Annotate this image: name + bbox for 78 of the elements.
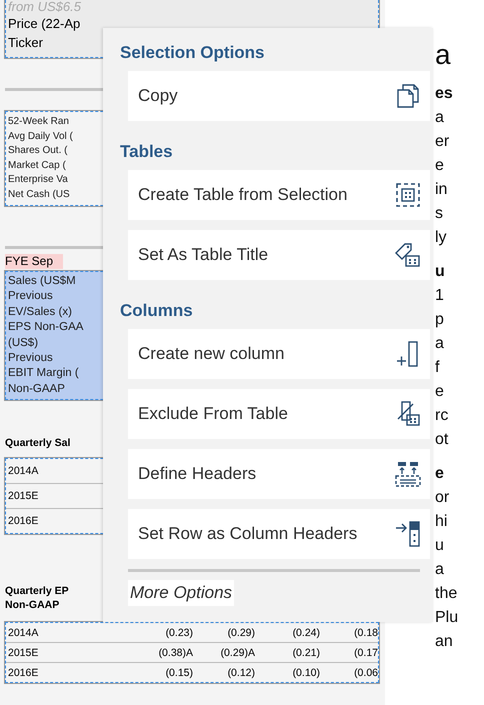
text-fragment: u xyxy=(435,536,444,556)
menu-item[interactable]: Create new column xyxy=(128,329,430,379)
row-label: Enterprise Va xyxy=(8,173,68,187)
text-fragment: es xyxy=(435,84,453,104)
row-label: Shares Out. ( xyxy=(8,144,68,158)
table-cell: (0.21) xyxy=(292,646,320,659)
table-cell: (0.23) xyxy=(166,626,193,639)
row-label: Non-GAAP xyxy=(8,382,65,397)
section-heading: Columns xyxy=(120,300,193,322)
row-label: 2016E xyxy=(8,666,38,679)
row-label: Ticker xyxy=(8,34,43,52)
row-label: EBIT Margin ( xyxy=(8,366,79,382)
dashed-grid-icon xyxy=(394,181,422,209)
row-label: 2015E xyxy=(8,646,38,659)
menu-item[interactable]: Create Table from Selection xyxy=(128,170,430,220)
table-cell: (0.12) xyxy=(228,666,255,679)
row-label: 2016E xyxy=(8,515,38,528)
table-cell: (0.18 xyxy=(354,626,378,639)
text-fragment: 1 xyxy=(435,286,444,306)
table-cell: (0.10) xyxy=(292,666,320,679)
text-fragment: in xyxy=(435,180,448,200)
row-label: Previous xyxy=(8,289,53,304)
text-fragment: a xyxy=(435,560,444,580)
table-cell: (0.24) xyxy=(292,626,320,639)
row-label: 2014A xyxy=(8,626,38,639)
text-fragment: ly xyxy=(435,228,447,248)
menu-item[interactable]: Exclude From Table xyxy=(128,389,430,439)
text-fragment: s xyxy=(435,204,443,224)
fye-label: FYE Sep xyxy=(5,254,64,269)
section-heading: Selection Options xyxy=(120,42,265,64)
table-cell: (0.17 xyxy=(354,646,378,659)
text-fragment: hi xyxy=(435,512,448,532)
menu-item[interactable]: Set As Table Title xyxy=(128,230,430,280)
text-fragment: p xyxy=(435,310,444,330)
text-fragment: e xyxy=(435,382,444,402)
text-fragment: e xyxy=(435,464,444,484)
tag-grid-icon xyxy=(394,241,422,269)
text-fragment: f xyxy=(435,358,440,378)
section-heading: Tables xyxy=(120,141,173,163)
row-label: 2014A xyxy=(8,465,38,478)
more-options-link[interactable]: More Options xyxy=(128,580,234,606)
table-title: Non-GAAP xyxy=(5,598,60,612)
text-fragment: a xyxy=(435,38,451,72)
menu-item[interactable]: Copy xyxy=(128,71,430,121)
text-fragment: ot xyxy=(435,430,448,450)
header-arrows-icon xyxy=(394,460,422,488)
row-label: 2015E xyxy=(8,490,38,502)
row-header-icon xyxy=(394,520,422,548)
row-label: (US$) xyxy=(8,336,38,351)
table-cell: (0.15) xyxy=(166,666,193,679)
row-label: EV/Sales (x) xyxy=(8,304,72,320)
row-label: 52-Week Ran xyxy=(8,115,69,129)
menu-item[interactable]: Define Headers xyxy=(128,449,430,499)
table-cell: (0.06 xyxy=(354,666,378,679)
table-cell: (0.29)A xyxy=(220,646,255,659)
table-title: Quarterly Sal xyxy=(5,436,70,450)
text-fragment: or xyxy=(435,488,450,508)
row-label: Price (22-Ap xyxy=(8,15,80,33)
text-fragment: u xyxy=(435,262,445,282)
row-label: Avg Daily Vol ( xyxy=(8,130,73,144)
text-fragment: Plu xyxy=(435,608,458,628)
table-cell: (0.29) xyxy=(228,626,255,639)
text-fragment: an xyxy=(435,632,453,652)
price-note: from US$6.5 xyxy=(8,0,81,14)
text-fragment: the xyxy=(435,584,458,604)
table-cell: (0.38)A xyxy=(158,646,193,659)
menu-item[interactable]: Set Row as Column Headers xyxy=(128,509,430,559)
row-label: Previous xyxy=(8,351,53,366)
row-label: EPS Non-GAA xyxy=(8,320,84,336)
row-label: Market Cap ( xyxy=(8,158,66,172)
table-title: Quarterly EP xyxy=(5,584,69,598)
row-label: Sales (US$M xyxy=(8,274,76,289)
text-fragment: rc xyxy=(435,406,448,426)
text-fragment: a xyxy=(435,108,444,128)
text-fragment: er xyxy=(435,132,450,152)
text-fragment: e xyxy=(435,156,444,176)
row-label: Net Cash (US xyxy=(8,188,70,202)
text-fragment: a xyxy=(435,334,444,354)
